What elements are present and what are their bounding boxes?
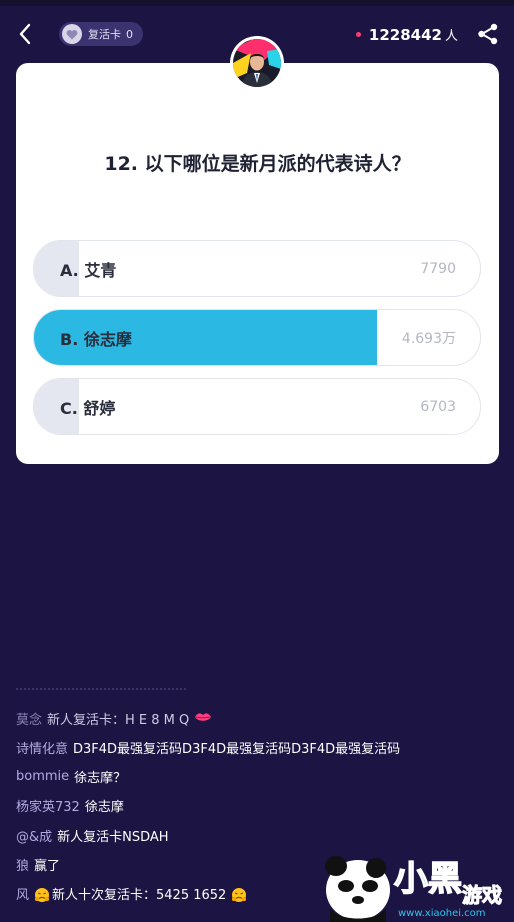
status-strip bbox=[0, 0, 514, 6]
chat-text: 徐志摩 bbox=[84, 800, 124, 816]
chat-text: 新人十次复活卡：5425 1652 bbox=[52, 888, 227, 904]
viewer-counter: 1228442 人 bbox=[355, 25, 458, 44]
live-dot bbox=[355, 32, 361, 37]
chat-text: 徐志摩？ bbox=[74, 771, 127, 787]
chat-message: 诗情化意 D3F4D最强复活码D3F4D最强复活码D3F4D最强复活码 bbox=[16, 737, 400, 757]
chat-username[interactable]: 莫念 bbox=[16, 709, 42, 728]
chat-message: 狼赢了 bbox=[16, 855, 60, 875]
heart-icon bbox=[62, 24, 82, 44]
viewer-unit: 人 bbox=[444, 29, 458, 44]
xiaohei-logo: 小黑 游戏 www.xiaohei.com bbox=[318, 850, 514, 922]
answer-option-a[interactable]: A. 艾青 7790 bbox=[33, 240, 481, 297]
chat-message: @&成 新人复活卡NSDAH bbox=[16, 825, 169, 845]
chat-message: 莫念 新人复活卡：H E 8 M Q bbox=[16, 708, 212, 728]
revive-card-badge[interactable]: 复活卡 0 bbox=[59, 22, 143, 46]
chat-text: 新人复活卡NSDAH bbox=[57, 829, 169, 845]
chat-fade-edge bbox=[16, 688, 186, 694]
question-text: 12. 以下哪位是新月派的代表诗人？ bbox=[104, 153, 411, 175]
chat-username[interactable]: 狼 bbox=[16, 855, 29, 874]
chat-message: 风 新人十次复活卡：5425 1652 bbox=[16, 884, 247, 904]
answer-count: 7790 bbox=[420, 260, 456, 277]
viewer-count: 1228442 bbox=[368, 25, 442, 44]
question-card: 12. 以下哪位是新月派的代表诗人？ A. 艾青 7790 B. 徐志摩 4.693万… bbox=[16, 63, 499, 464]
cry-emoji-icon bbox=[231, 887, 247, 902]
back-arrow-icon[interactable] bbox=[12, 20, 38, 48]
chat-username[interactable]: @&成 bbox=[16, 826, 52, 845]
answer-count: 4.693万 bbox=[401, 330, 456, 347]
answer-option-c[interactable]: C. 舒婷 6703 bbox=[33, 378, 481, 435]
chat-text: 赢了 bbox=[34, 859, 61, 874]
chat-username[interactable]: 风 bbox=[16, 884, 29, 903]
answer-option-b[interactable]: B. 徐志摩 4.693万 bbox=[33, 309, 481, 366]
chat-username[interactable]: 诗情化意 bbox=[16, 738, 68, 757]
svg-text:小黑: 小黑 bbox=[394, 859, 462, 899]
chat-message: 杨家英732 徐志摩 bbox=[16, 796, 124, 816]
answer-label: B. 徐志摩 bbox=[60, 329, 132, 349]
cry-emoji-icon bbox=[34, 887, 50, 902]
svg-text:游戏: 游戏 bbox=[462, 883, 502, 907]
lips-emoji-icon bbox=[194, 711, 212, 725]
chat-text: 新人复活卡：H E 8 M Q bbox=[47, 712, 190, 728]
svg-text:www.xiaohei.com: www.xiaohei.com bbox=[398, 908, 486, 919]
answer-label: C. 舒婷 bbox=[60, 398, 116, 418]
chat-username[interactable]: bommie bbox=[16, 769, 69, 784]
host-avatar-frame bbox=[230, 36, 284, 90]
answer-count: 6703 bbox=[420, 398, 456, 415]
chat-message: bommie 徐志摩？ bbox=[16, 767, 126, 787]
revive-card-label: 复活卡 bbox=[88, 28, 121, 41]
answer-label: A. 艾青 bbox=[60, 260, 117, 280]
chat-username[interactable]: 杨家英732 bbox=[16, 796, 80, 815]
revive-card-count: 0 bbox=[126, 27, 133, 41]
share-icon[interactable] bbox=[476, 22, 500, 46]
chat-text: D3F4D最强复活码D3F4D最强复活码D3F4D最强复活码 bbox=[73, 741, 401, 757]
host-avatar bbox=[233, 39, 281, 87]
